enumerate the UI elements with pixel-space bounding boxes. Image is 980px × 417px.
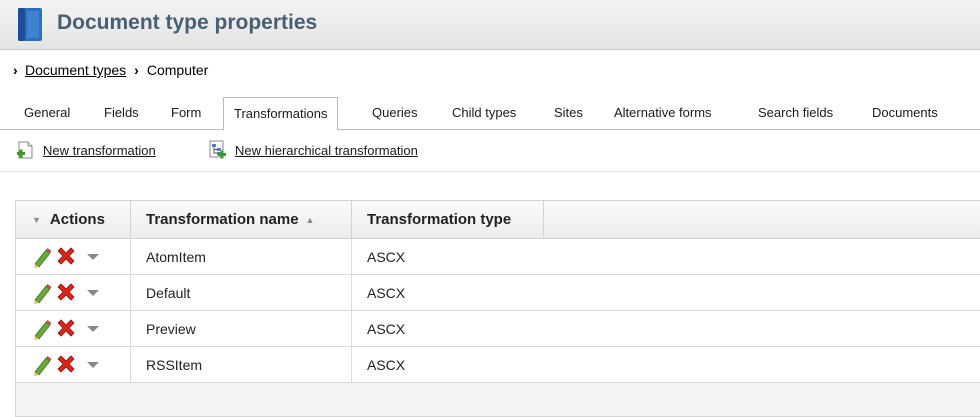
page-title: Document type properties xyxy=(57,11,318,34)
column-header-name-label: Transformation name xyxy=(146,211,299,228)
sort-ascending-icon: ▲ xyxy=(305,214,315,225)
delete-x-icon[interactable] xyxy=(55,282,77,304)
transformation-name-cell: AtomItem xyxy=(131,239,352,274)
transformations-grid: ▼ Actions Transformation name ▲ Transfor… xyxy=(15,200,980,417)
edit-pencil-icon[interactable] xyxy=(31,282,53,304)
breadcrumb-document-types-link[interactable]: Document types xyxy=(25,62,126,78)
edit-pencil-icon[interactable] xyxy=(31,246,53,268)
transformation-name-cell: Preview xyxy=(131,311,352,346)
new-transformation-label: New transformation xyxy=(43,142,156,158)
edit-pencil-icon[interactable] xyxy=(31,318,53,340)
column-header-type-label: Transformation type xyxy=(367,211,512,228)
breadcrumb: › Document types › Computer xyxy=(13,62,208,78)
row-actions xyxy=(16,239,131,274)
toolbar: New transformation New hierarchical tran… xyxy=(0,140,980,162)
row-actions xyxy=(16,347,131,382)
tab-queries[interactable]: Queries xyxy=(372,105,418,120)
row-actions xyxy=(16,275,131,310)
caret-down-icon: ▼ xyxy=(32,214,41,225)
column-header-transformation-name[interactable]: Transformation name ▲ xyxy=(131,201,352,238)
chevron-right-icon: › xyxy=(13,62,18,78)
transformation-name-cell: RSSItem xyxy=(131,347,352,382)
delete-x-icon[interactable] xyxy=(55,246,77,268)
new-transformation-button[interactable]: New transformation xyxy=(16,140,156,160)
chevron-right-icon: › xyxy=(134,62,139,78)
transformation-type-cell: ASCX xyxy=(367,248,406,265)
grid-header: ▼ Actions Transformation name ▲ Transfor… xyxy=(16,201,980,239)
new-hierarchical-transformation-button[interactable]: New hierarchical transformation xyxy=(208,140,418,160)
delete-x-icon[interactable] xyxy=(55,318,77,340)
transformation-type-cell: ASCX xyxy=(367,320,406,337)
new-hierarchical-transformation-label: New hierarchical transformation xyxy=(235,142,418,158)
edit-pencil-icon[interactable] xyxy=(31,354,53,376)
tab-bar: General Fields Form Transformations Quer… xyxy=(0,97,980,131)
new-document-icon xyxy=(17,141,33,159)
tab-general[interactable]: General xyxy=(24,105,70,120)
tab-search-fields[interactable]: Search fields xyxy=(758,105,833,120)
column-header-actions[interactable]: ▼ Actions xyxy=(16,201,131,238)
table-row: Default ASCX xyxy=(16,275,980,311)
tab-transformations[interactable]: Transformations xyxy=(223,97,339,131)
tab-form[interactable]: Form xyxy=(171,105,201,120)
tab-alternative-forms[interactable]: Alternative forms xyxy=(614,105,712,120)
table-row: Preview ASCX xyxy=(16,311,980,347)
transformation-name-cell: Default xyxy=(131,275,352,310)
table-row: RSSItem ASCX xyxy=(16,347,980,383)
dropdown-arrow-icon[interactable] xyxy=(86,288,100,298)
new-hierarchy-icon xyxy=(209,140,226,159)
delete-x-icon[interactable] xyxy=(55,354,77,376)
document-type-icon xyxy=(18,8,42,41)
divider xyxy=(0,171,980,172)
tab-child-types[interactable]: Child types xyxy=(452,105,516,120)
dropdown-arrow-icon[interactable] xyxy=(86,324,100,334)
tab-documents[interactable]: Documents xyxy=(872,105,938,120)
tab-sites[interactable]: Sites xyxy=(554,105,583,120)
table-row: AtomItem ASCX xyxy=(16,239,980,275)
row-actions xyxy=(16,311,131,346)
transformation-type-cell: ASCX xyxy=(367,284,406,301)
page-header: Document type properties xyxy=(0,0,980,50)
dropdown-arrow-icon[interactable] xyxy=(86,252,100,262)
breadcrumb-current: Computer xyxy=(146,62,209,78)
transformation-type-cell: ASCX xyxy=(367,356,406,373)
column-header-transformation-type[interactable]: Transformation type xyxy=(352,201,544,238)
tab-fields[interactable]: Fields xyxy=(104,105,139,120)
column-header-actions-label: Actions xyxy=(49,211,105,228)
dropdown-arrow-icon[interactable] xyxy=(86,360,100,370)
